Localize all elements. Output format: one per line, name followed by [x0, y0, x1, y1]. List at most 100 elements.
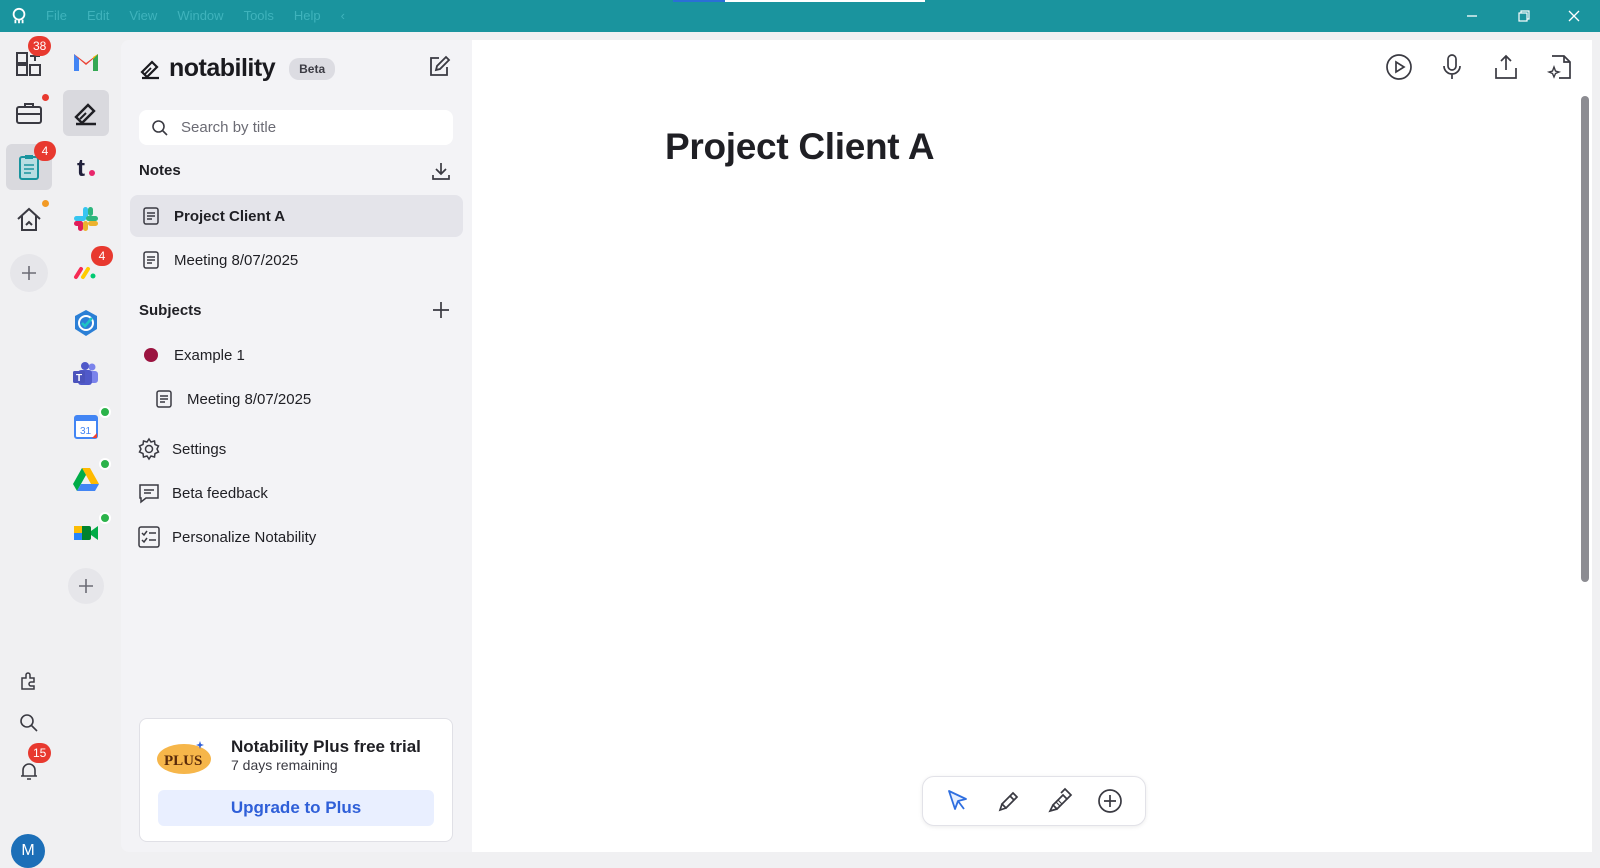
- chevron-left-icon[interactable]: ‹: [341, 8, 345, 23]
- highlighter-tool[interactable]: [994, 786, 1024, 816]
- cursor-icon: [948, 790, 968, 810]
- subject-example-1[interactable]: Example 1: [130, 334, 463, 376]
- minimize-button[interactable]: [1446, 0, 1498, 32]
- menu-bar: File Edit View Window Tools Help ‹: [46, 8, 365, 23]
- add-subject-icon[interactable]: [430, 299, 452, 321]
- subject-color-dot: [144, 348, 158, 362]
- plus-trial-card: PLUS Notability Plus free trial 7 days r…: [139, 718, 453, 842]
- new-note-icon[interactable]: [426, 54, 452, 80]
- plus-badge-text: PLUS: [164, 753, 202, 769]
- menu-view[interactable]: View: [129, 8, 157, 23]
- beta-badge: Beta: [289, 57, 336, 80]
- note-title: Project Client A: [174, 207, 286, 225]
- microphone-icon: [1443, 54, 1461, 79]
- bell-icon: [21, 763, 37, 780]
- promo-title: Notability Plus free trial: [231, 737, 421, 756]
- select-tool[interactable]: [943, 786, 973, 816]
- subject-note-meeting[interactable]: Meeting 8/07/2025: [130, 378, 463, 420]
- menu-tools[interactable]: Tools: [244, 8, 274, 23]
- search-icon: [152, 119, 168, 136]
- settings-item[interactable]: Settings: [130, 428, 463, 470]
- app-slack[interactable]: [63, 196, 109, 242]
- note-title: Meeting 8/07/2025: [187, 390, 312, 408]
- share-button[interactable]: [1491, 52, 1521, 82]
- tab-indicator-active: [673, 0, 725, 2]
- restore-button[interactable]: [1498, 0, 1550, 32]
- app-dock: t 4 T 31: [58, 32, 120, 858]
- home-icon: [17, 207, 41, 231]
- menu-window[interactable]: Window: [177, 8, 223, 23]
- promo-subtitle: 7 days remaining: [231, 757, 338, 773]
- play-button[interactable]: [1384, 52, 1414, 82]
- plus-badge-icon: PLUS: [157, 741, 211, 774]
- notability-logo-icon: [140, 59, 159, 79]
- apps-badge: 38: [28, 36, 52, 56]
- notability-sidebar: notability Beta Notes Project Client A M…: [121, 40, 472, 852]
- feedback-label: Beta feedback: [172, 484, 268, 502]
- plus-icon: [22, 266, 36, 280]
- close-button[interactable]: [1548, 0, 1600, 32]
- gear-icon: [138, 437, 160, 461]
- app-teams[interactable]: T: [63, 352, 109, 398]
- search-box[interactable]: [139, 110, 453, 145]
- dock-search[interactable]: [6, 700, 52, 746]
- menu-help[interactable]: Help: [294, 8, 321, 23]
- calendar-icon: 31: [74, 415, 98, 439]
- highlighter-icon: [998, 791, 1018, 812]
- feedback-icon: [139, 484, 159, 504]
- note-canvas[interactable]: Project Client A: [472, 40, 1592, 852]
- note-title-heading[interactable]: Project Client A: [665, 126, 935, 168]
- settings-label: Settings: [172, 440, 227, 458]
- record-button[interactable]: [1437, 52, 1467, 82]
- menu-edit[interactable]: Edit: [87, 8, 109, 23]
- ai-summary-button[interactable]: [1545, 52, 1575, 82]
- personalize-item[interactable]: Personalize Notability: [130, 516, 463, 558]
- app-teamwork[interactable]: t: [63, 144, 109, 190]
- app-ticktick[interactable]: [63, 300, 109, 346]
- dock-extensions[interactable]: [6, 658, 52, 704]
- share-icon: [1495, 54, 1517, 79]
- add-tool[interactable]: [1095, 786, 1125, 816]
- svg-text:t: t: [77, 155, 85, 182]
- pen-tool[interactable]: [1044, 786, 1074, 816]
- beta-feedback-item[interactable]: Beta feedback: [130, 472, 463, 514]
- plus-circle-icon: [1097, 789, 1122, 813]
- notability-icon: [74, 103, 96, 126]
- avatar[interactable]: M: [11, 834, 45, 868]
- notifications-badge: 15: [28, 743, 52, 763]
- close-icon: [1568, 10, 1580, 22]
- briefcase-dot: [42, 94, 49, 101]
- subject-name: Example 1: [174, 346, 245, 364]
- sync-badge: [99, 406, 111, 418]
- note-item-project-client-a[interactable]: Project Client A: [130, 195, 463, 237]
- app-logo-icon: [12, 7, 26, 24]
- note-icon: [143, 207, 159, 225]
- svg-text:T: T: [76, 373, 82, 384]
- add-app-button[interactable]: [68, 568, 104, 604]
- home-dot: [42, 200, 49, 207]
- download-icon[interactable]: [430, 160, 452, 182]
- note-title: Meeting 8/07/2025: [174, 251, 299, 269]
- slack-icon: [74, 207, 98, 231]
- teamwork-icon: t: [77, 155, 95, 182]
- menu-file[interactable]: File: [46, 8, 67, 23]
- search-input[interactable]: [181, 119, 441, 136]
- note-item-meeting[interactable]: Meeting 8/07/2025: [130, 239, 463, 281]
- pen-icon: [1048, 787, 1073, 813]
- note-icon: [156, 390, 172, 408]
- clipboard-badge: 4: [34, 141, 56, 161]
- personalize-label: Personalize Notability: [172, 528, 317, 546]
- restore-icon: [1518, 10, 1530, 22]
- tab-indicator: [725, 0, 925, 2]
- sparkle-document-icon: [1546, 55, 1571, 79]
- app-gmail[interactable]: [63, 38, 109, 84]
- checklist-icon: [138, 526, 160, 548]
- canvas-scrollbar[interactable]: [1581, 96, 1589, 582]
- app-notability[interactable]: [63, 90, 109, 136]
- teams-icon: T: [73, 362, 98, 385]
- dock-add-button[interactable]: [10, 254, 48, 292]
- briefcase-icon: [16, 103, 42, 124]
- play-icon: [1386, 54, 1412, 80]
- upgrade-button[interactable]: Upgrade to Plus: [158, 790, 434, 826]
- meet-icon: [74, 526, 98, 540]
